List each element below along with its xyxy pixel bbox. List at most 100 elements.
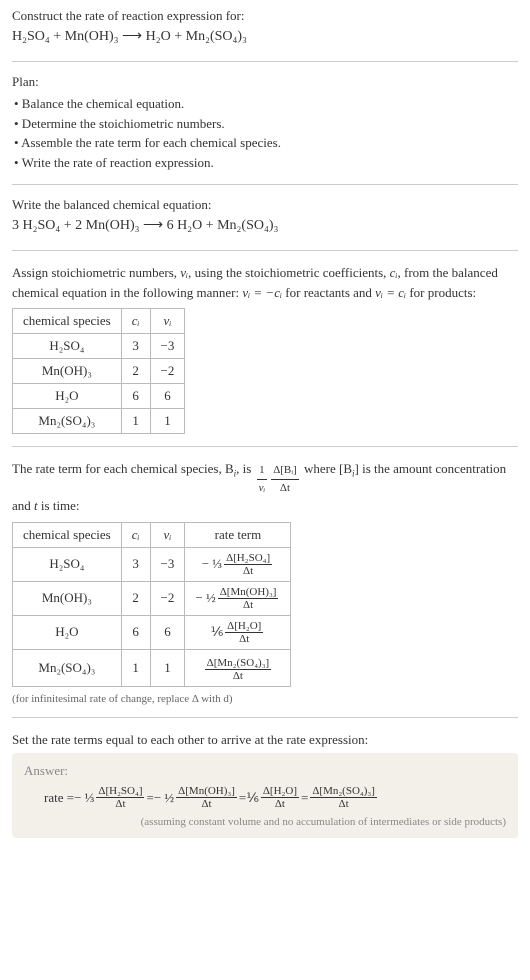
frac-num: Δ[Bᵢ] [271, 462, 299, 480]
assign-text-p1: Assign stoichiometric numbers, [12, 265, 180, 280]
col-species: chemical species [13, 522, 122, 547]
cell-rateterm: Δ[Mn₂(SO₄)₃] Δt [185, 649, 291, 686]
assign-text-p2: , using the stoichiometric coefficients, [188, 265, 390, 280]
frac-dB-dt: Δ[Bᵢ] Δt [271, 462, 299, 496]
table-row: Mn(OH)₃ 2 −2 − ½ Δ[Mn(OH)₃] Δt [13, 581, 291, 615]
coef: − ½ [195, 590, 215, 606]
balanced-section: Write the balanced chemical equation: 3 … [12, 197, 518, 251]
answer-box: Answer: rate = − ⅓ Δ[H₂SO₄] Δt = − ½ Δ[M… [12, 753, 518, 838]
page-title: Construct the rate of reaction expressio… [12, 8, 518, 24]
cell-nu: 6 [150, 384, 185, 409]
rate-label: rate = [44, 790, 74, 806]
cell-c: 2 [121, 581, 150, 615]
frac: Δ[H₂O] Δt [225, 620, 263, 645]
col-c: cᵢ [121, 522, 150, 547]
table-row: Mn(OH)₃ 2 −2 [13, 359, 185, 384]
cell-nu: −2 [150, 581, 185, 615]
cell-species: H₂SO₄ [13, 334, 122, 359]
table-row: Mn₂(SO₄)₃ 1 1 Δ[Mn₂(SO₄)₃] Δt [13, 649, 291, 686]
plan-item: • Write the rate of reaction expression. [14, 153, 518, 173]
frac: Δ[H₂SO₄] Δt [96, 785, 144, 810]
col-nu: νᵢ [150, 309, 185, 334]
coef: ⅙ [211, 624, 224, 640]
assign-text: Assign stoichiometric numbers, νᵢ, using… [12, 263, 518, 302]
assign-text-p4: for reactants and [282, 285, 375, 300]
balanced-label: Write the balanced chemical equation: [12, 197, 518, 213]
cell-nu: 1 [150, 649, 185, 686]
plan-item: • Determine the stoichiometric numbers. [14, 114, 518, 134]
cell-c: 1 [121, 649, 150, 686]
cell-c: 6 [121, 384, 150, 409]
frac-num: Δ[H₂O] [261, 785, 299, 798]
rateterm-table: chemical species cᵢ νᵢ rate term H₂SO₄ 3… [12, 522, 291, 687]
cell-species: Mn₂(SO₄)₃ [13, 649, 122, 686]
frac-num: 1 [257, 462, 268, 480]
rateterm-footnote: (for infinitesimal rate of change, repla… [12, 693, 518, 705]
frac-num: Δ[H₂SO₄] [96, 785, 144, 798]
col-c: cᵢ [121, 309, 150, 334]
plan-section: Plan: • Balance the chemical equation. •… [12, 74, 518, 185]
cell-species: H₂SO₄ [13, 547, 122, 581]
table-row: H₂SO₄ 3 −3 − ⅓ Δ[H₂SO₄] Δt [13, 547, 291, 581]
table-row: H₂O 6 6 ⅙ Δ[H₂O] Δt [13, 615, 291, 649]
coef: − ⅓ [74, 790, 94, 806]
cell-nu: 6 [150, 615, 185, 649]
cell-c: 3 [121, 547, 150, 581]
c-symbol: cᵢ [390, 265, 398, 280]
cell-species: Mn(OH)₃ [13, 581, 122, 615]
cell-rateterm: ⅙ Δ[H₂O] Δt [185, 615, 291, 649]
cell-nu: −3 [150, 334, 185, 359]
cell-species: Mn(OH)₃ [13, 359, 122, 384]
cell-species: H₂O [13, 615, 122, 649]
answer-note: (assuming constant volume and no accumul… [24, 816, 506, 828]
table-row: Mn₂(SO₄)₃ 1 1 [13, 409, 185, 434]
col-nu: νᵢ [150, 522, 185, 547]
frac: Δ[H₂O] Δt [261, 785, 299, 810]
cell-rateterm: − ½ Δ[Mn(OH)₃] Δt [185, 581, 291, 615]
frac-den: νᵢ [257, 480, 268, 497]
frac-den: Δt [261, 798, 299, 810]
frac: Δ[Mn(OH)₃] Δt [176, 785, 237, 810]
frac-num: Δ[Mn(OH)₃] [176, 785, 237, 798]
table-row: H₂O 6 6 [13, 384, 185, 409]
frac: Δ[Mn(OH)₃] Δt [218, 586, 279, 611]
frac-num: Δ[Mn₂(SO₄)₃] [310, 785, 377, 798]
rt-text-b: , is [236, 461, 254, 476]
frac-num: Δ[H₂SO₄] [224, 552, 272, 565]
stoich-table: chemical species cᵢ νᵢ H₂SO₄ 3 −3 Mn(OH)… [12, 308, 185, 434]
eq-sign: = [301, 790, 308, 806]
col-rateterm: rate term [185, 522, 291, 547]
table-row: H₂SO₄ 3 −3 [13, 334, 185, 359]
final-section: Set the rate terms equal to each other t… [12, 730, 518, 839]
frac-den: Δt [176, 798, 237, 810]
frac-num: Δ[Mn₂(SO₄)₃] [205, 657, 272, 670]
frac-den: Δt [225, 633, 263, 645]
final-text: Set the rate terms equal to each other t… [12, 730, 518, 750]
balanced-equation: 3 H₂SO₄ + 2 Mn(OH)₃ ⟶ 6 H₂O + Mn₂(SO₄)₃ [12, 217, 518, 234]
frac-den: Δt [271, 480, 299, 497]
assign-section: Assign stoichiometric numbers, νᵢ , using… [12, 263, 518, 447]
rateterm-section: The rate term for each chemical species,… [12, 459, 518, 718]
frac-den: Δt [96, 798, 144, 810]
rate-expression: rate = − ⅓ Δ[H₂SO₄] Δt = − ½ Δ[Mn(OH)₃] … [24, 785, 379, 810]
eq-sign: = [239, 790, 246, 806]
plan-item: • Assemble the rate term for each chemic… [14, 133, 518, 153]
coef: − ⅓ [202, 556, 222, 572]
rt-text-e: is time: [38, 498, 80, 513]
frac: Δ[H₂SO₄] Δt [224, 552, 272, 577]
rate-formula: 1 νᵢ Δ[Bᵢ] Δt [255, 462, 301, 496]
cell-rateterm: − ⅓ Δ[H₂SO₄] Δt [185, 547, 291, 581]
frac-1-nu: 1 νᵢ [257, 462, 268, 496]
cell-c: 2 [121, 359, 150, 384]
cell-c: 6 [121, 615, 150, 649]
table-header-row: chemical species cᵢ νᵢ [13, 309, 185, 334]
col-species: chemical species [13, 309, 122, 334]
frac-num: Δ[Mn(OH)₃] [218, 586, 279, 599]
cell-species: Mn₂(SO₄)₃ [13, 409, 122, 434]
unbalanced-equation: H₂SO₄ + Mn(OH)₃ ⟶ H₂O + Mn₂(SO₄)₃ [12, 28, 518, 45]
coef: − ½ [154, 790, 174, 806]
arrow-icon: ⟶ [122, 29, 142, 44]
cell-c: 3 [121, 334, 150, 359]
rt-text-a: The rate term for each chemical species,… [12, 461, 234, 476]
rt-text-c: where [B [304, 461, 352, 476]
